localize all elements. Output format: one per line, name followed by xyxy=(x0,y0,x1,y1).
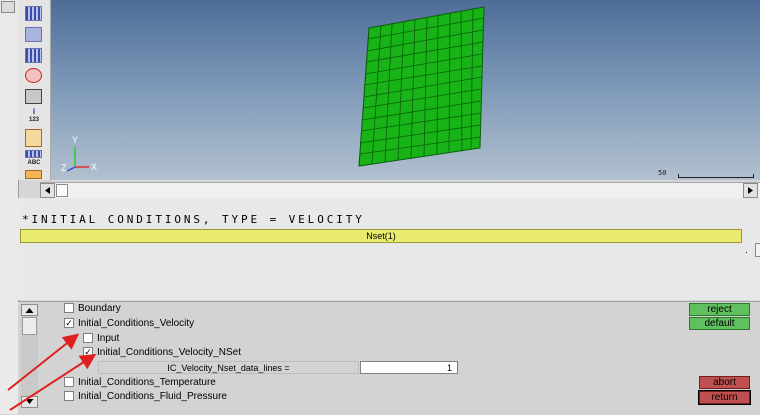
scroll-down-arrow[interactable] xyxy=(21,396,38,408)
coordinate-triad: Y Z X xyxy=(55,135,101,177)
color-bar-icon[interactable] xyxy=(25,170,42,179)
horizontal-scrollbar[interactable] xyxy=(40,182,760,199)
arrow-up-icon xyxy=(25,308,34,313)
tree-item-label: Initial_Conditions_Temperature xyxy=(78,377,216,388)
view-toolbar: i 123 ABC xyxy=(18,0,51,180)
scale-bar: 50 xyxy=(658,169,754,179)
scroll-left-arrow[interactable] xyxy=(40,183,55,198)
card-scroll-stub[interactable] xyxy=(755,243,760,257)
arrow-down-icon xyxy=(25,399,34,404)
nset-data-lines-label: IC_Velocity_Nset_data_lines = xyxy=(98,361,359,374)
arrow-left-icon xyxy=(45,187,50,194)
tree-item-label: Input xyxy=(97,333,120,344)
ic-velocity-checkbox[interactable]: ✓ xyxy=(64,318,74,328)
angle-icon[interactable] xyxy=(25,129,42,147)
tree-vertical-scrollbar[interactable] xyxy=(21,304,38,408)
boundary-checkbox[interactable] xyxy=(64,303,74,313)
tree-item-label: Initial_Conditions_Velocity xyxy=(78,318,195,329)
scale-ruler xyxy=(678,174,754,178)
reject-button[interactable]: reject xyxy=(689,303,750,316)
tree-item-label: Initial_Conditions_Velocity_NSet xyxy=(97,347,241,358)
ic-velocity-nset-checkbox[interactable]: ✓ xyxy=(83,347,93,357)
abc-label: ABC xyxy=(27,160,41,166)
info-icon[interactable]: i xyxy=(22,107,46,116)
shell-mesh xyxy=(358,6,485,167)
triad-z-label: Z xyxy=(61,163,67,173)
binoculars-icon[interactable] xyxy=(25,89,42,104)
ic-temperature-checkbox[interactable] xyxy=(64,377,74,387)
element-view-icon[interactable] xyxy=(25,48,42,63)
info-123-label: 123 xyxy=(28,117,39,123)
default-button[interactable]: default xyxy=(689,317,750,330)
card-dot: . xyxy=(745,245,748,256)
shaded-view-icon[interactable] xyxy=(25,27,42,42)
return-button[interactable]: return xyxy=(698,390,751,405)
keyword-card-text: *INITIAL CONDITIONS, TYPE = VELOCITY xyxy=(22,213,365,226)
tree-item-label: Initial_Conditions_Fluid_Pressure xyxy=(78,391,227,402)
nset-data-lines-input[interactable]: 1 xyxy=(360,361,458,374)
arrow-right-icon xyxy=(748,187,753,194)
scale-label: 50 xyxy=(658,169,667,177)
input-checkbox[interactable] xyxy=(83,333,93,343)
graphics-viewport[interactable]: Y Z X 50 xyxy=(51,0,760,180)
panel-scroll-stub[interactable] xyxy=(1,1,15,13)
tree-scroll-thumb[interactable] xyxy=(22,317,37,335)
triad-x-label: X xyxy=(91,162,98,172)
tree-item-label: Boundary xyxy=(78,303,121,314)
mesh-view-icon[interactable] xyxy=(25,6,42,21)
abort-button[interactable]: abort xyxy=(699,376,750,389)
ic-fluid-pressure-checkbox[interactable] xyxy=(64,391,74,401)
nset-field[interactable]: Nset(1) xyxy=(20,229,742,243)
triad-y-label: Y xyxy=(72,135,79,145)
scroll-thumb[interactable] xyxy=(56,184,68,197)
left-panel-edge xyxy=(0,0,19,414)
ring-select-icon[interactable] xyxy=(25,68,42,83)
scroll-up-arrow[interactable] xyxy=(21,304,38,316)
scroll-right-arrow[interactable] xyxy=(743,183,758,198)
abc-label-icon[interactable] xyxy=(25,150,42,158)
